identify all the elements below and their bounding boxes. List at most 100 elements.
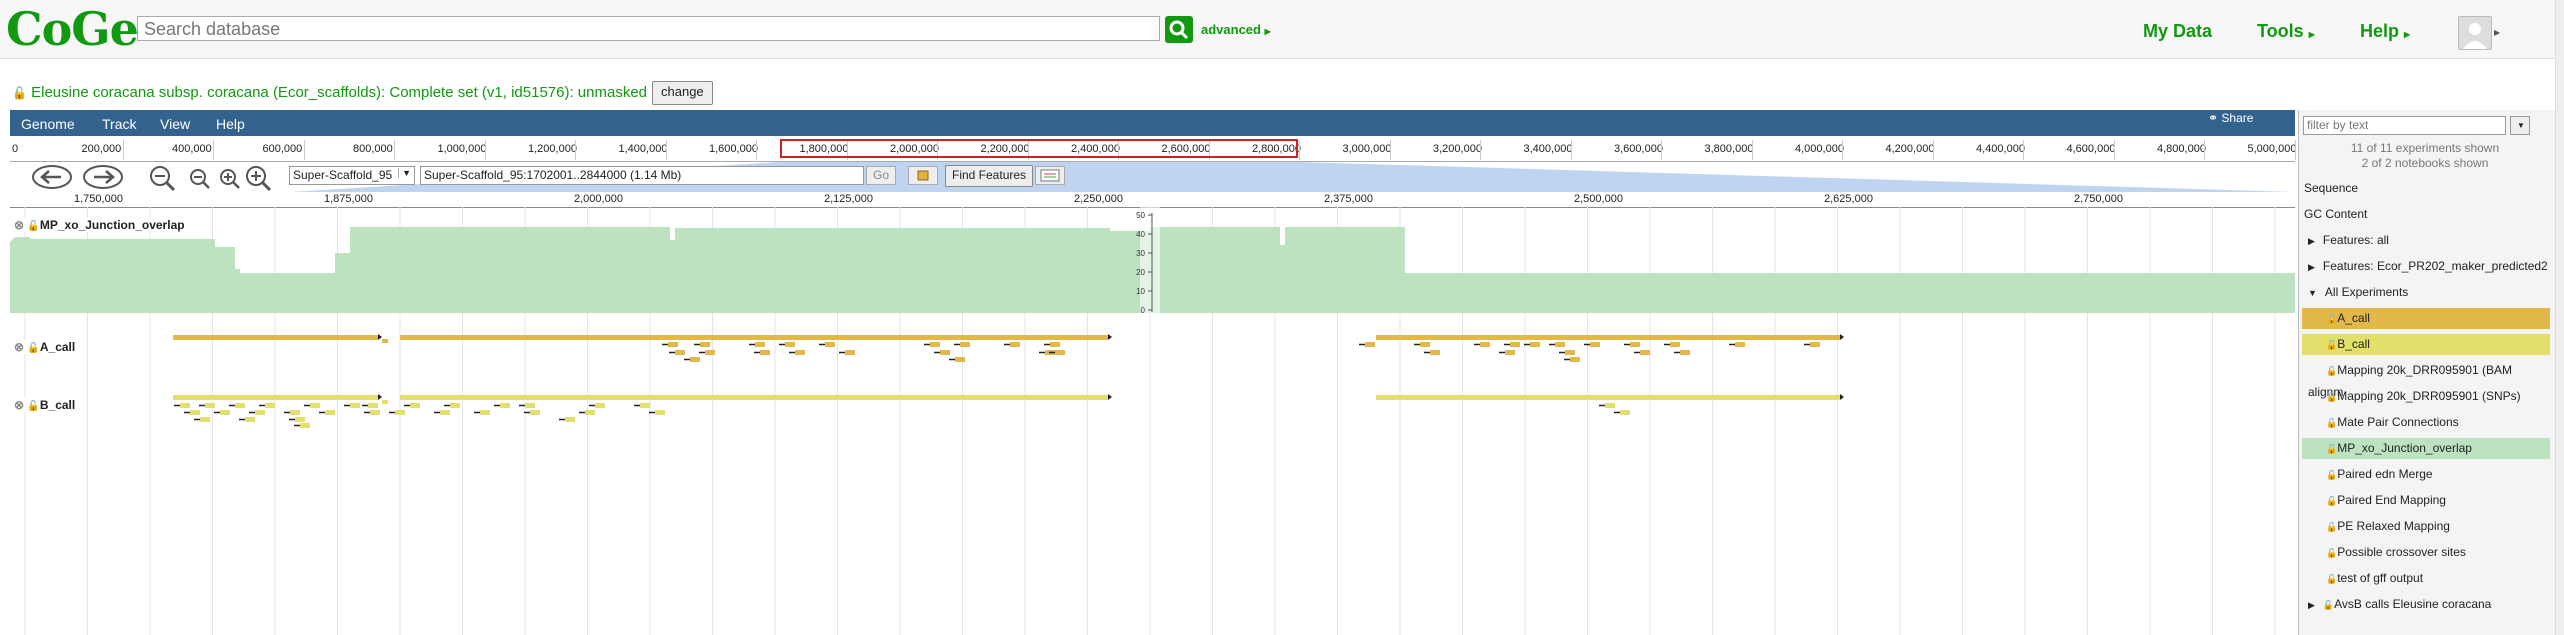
track-list-item[interactable]: ▶ Features: all <box>2302 230 2550 251</box>
track-list-item[interactable]: GC Content <box>2302 204 2550 225</box>
location-input[interactable]: Super-Scaffold_95:1702001..2844000 (1.14… <box>420 166 864 185</box>
search-button[interactable] <box>1165 16 1193 43</box>
close-icon[interactable]: ⊗ <box>14 398 24 412</box>
expand-arrow-icon[interactable]: ▶ <box>2308 236 2315 246</box>
track-list-item[interactable]: 🔓test of gff output <box>2302 568 2550 589</box>
track-list-item[interactable]: 🔓Paired edn Merge <box>2302 464 2550 485</box>
page-scrollbar[interactable] <box>2555 0 2564 635</box>
track-list-item[interactable]: ▶ Features: Ecor_PR202_maker_predicted2 <box>2302 256 2550 277</box>
overview-tick-label: 800,000 <box>353 143 393 155</box>
track-label-b-call[interactable]: ⊗ 🔓B_call <box>14 398 76 412</box>
track-label-text: B_call <box>39 398 76 412</box>
pan-left-icon[interactable] <box>31 164 73 190</box>
y-axis-tick-label: 20 <box>1136 268 1145 277</box>
feature-small <box>565 417 575 422</box>
feature-small <box>845 350 855 355</box>
reference-sequence-select[interactable]: Super-Scaffold_95 ▼ <box>289 166 415 185</box>
pan-right-icon[interactable] <box>82 164 124 190</box>
zoom-out-small-icon[interactable] <box>188 167 212 191</box>
overview-tick-label: 3,400,000 <box>1523 143 1573 155</box>
overview-tick-label: 4,400,000 <box>1976 143 2025 155</box>
track-list-item[interactable]: 🔓Mapping 20k_DRR095901 (SNPs) <box>2302 386 2550 407</box>
feature-small <box>940 350 950 355</box>
advanced-search-link[interactable]: advanced ▶ <box>1201 22 1271 37</box>
lock-icon: 🔓 <box>2326 314 2338 324</box>
lock-icon: 🔓 <box>12 86 27 100</box>
zoom-out-large-icon[interactable] <box>148 164 178 192</box>
track-list-item[interactable]: 🔓B_call <box>2302 334 2550 355</box>
feature-bar <box>173 335 378 340</box>
overview-gridline <box>1480 140 1481 160</box>
track-list-item[interactable]: 🔓Mate Pair Connections <box>2302 412 2550 433</box>
search-input[interactable]: Search database <box>137 16 1160 41</box>
track-selector-button[interactable] <box>1035 166 1065 185</box>
expand-arrow-icon[interactable]: ▶ <box>2308 600 2315 610</box>
menu-help[interactable]: Help <box>216 116 245 132</box>
track-list-item[interactable]: ▼ All Experiments <box>2302 282 2550 303</box>
feature-bar <box>173 395 378 400</box>
tracks-area[interactable]: 50 40 30 20 10 0 <box>10 207 2295 635</box>
go-button[interactable]: Go <box>866 166 896 185</box>
overview-selection[interactable] <box>780 139 1298 158</box>
lock-icon: 🔓 <box>2326 444 2338 454</box>
feature-arrow <box>1108 334 1112 340</box>
close-icon[interactable]: ⊗ <box>14 340 24 354</box>
track-list-label: Paired edn Merge <box>2337 467 2433 481</box>
feature-small <box>700 342 710 347</box>
track-list-item[interactable]: 🔓PE Relaxed Mapping <box>2302 516 2550 537</box>
nav-tools[interactable]: Tools ▶ <box>2257 21 2315 42</box>
overview-gridline <box>1661 140 1662 160</box>
overview-tick-label: 5,000,000 <box>2247 143 2297 155</box>
track-list-item[interactable]: 🔓Mapping 20k_DRR095901 (BAM alignm <box>2302 360 2550 399</box>
filter-dropdown[interactable]: ▼ <box>2510 116 2530 135</box>
track-list-item[interactable]: 🔓Possible crossover sites <box>2302 542 2550 563</box>
avatar-chevron-icon[interactable]: ▶ <box>2494 28 2500 37</box>
find-features-button[interactable]: Find Features <box>945 165 1034 187</box>
highlight-button[interactable] <box>908 166 938 185</box>
feature-small <box>668 342 678 347</box>
share-button[interactable]: ⚭ Share <box>2208 111 2253 125</box>
feature-arrow <box>1108 394 1112 400</box>
menu-track[interactable]: Track <box>102 116 136 132</box>
feature-small <box>825 342 835 347</box>
user-avatar[interactable] <box>2458 16 2492 50</box>
track-list-item[interactable]: 🔓Paired End Mapping <box>2302 490 2550 511</box>
track-list-item[interactable]: ▶ 🔓AvsB calls Eleusine coracana <box>2302 594 2550 615</box>
nav-tools-label: Tools <box>2257 21 2304 41</box>
track-label-a-call[interactable]: ⊗ 🔓A_call <box>14 340 76 354</box>
feature-small <box>955 357 965 362</box>
feature-small <box>1570 357 1580 362</box>
close-icon[interactable]: ⊗ <box>14 218 24 232</box>
change-genome-button[interactable]: change <box>652 81 713 105</box>
feature-small <box>595 403 605 408</box>
feature-small <box>350 403 360 408</box>
track-list-item[interactable]: Sequence <box>2302 178 2550 199</box>
feature-small <box>1565 350 1575 355</box>
collapse-arrow-icon[interactable]: ▼ <box>2308 288 2317 298</box>
track-label-mp-xo[interactable]: ⊗ 🔓MP_xo_Junction_overlap <box>14 218 185 232</box>
lock-icon: 🔓 <box>2326 418 2338 428</box>
chevron-down-icon: ▼ <box>398 168 411 178</box>
feature-small <box>368 403 378 408</box>
feature-arrow <box>1840 394 1844 400</box>
nav-help[interactable]: Help ▶ <box>2360 21 2410 42</box>
track-list-item[interactable]: 🔓A_call <box>2302 308 2550 329</box>
nav-my-data[interactable]: My Data <box>2143 21 2212 42</box>
feature-small <box>1050 342 1060 347</box>
overview-gridline <box>665 140 667 160</box>
filter-input[interactable]: filter by text <box>2303 116 2506 135</box>
zoom-in-small-icon[interactable] <box>218 167 242 191</box>
expand-arrow-icon[interactable]: ▶ <box>2308 262 2315 272</box>
zoom-in-large-icon[interactable] <box>244 164 274 192</box>
feature-small <box>525 403 535 408</box>
ruler-tick-label: 2,625,000 <box>1824 193 1873 205</box>
overview-gridline <box>213 140 214 160</box>
lock-icon: 🔓 <box>2326 470 2338 480</box>
overview-tick-label: 400,000 <box>172 143 212 155</box>
track-list-item[interactable]: 🔓MP_xo_Junction_overlap <box>2302 438 2550 459</box>
overview-tick-label: 4,600,000 <box>2066 143 2116 155</box>
menu-view[interactable]: View <box>160 116 190 132</box>
coge-logo[interactable]: CoGe <box>6 2 139 56</box>
menu-genome[interactable]: Genome <box>21 116 75 132</box>
feature-small <box>655 410 665 415</box>
